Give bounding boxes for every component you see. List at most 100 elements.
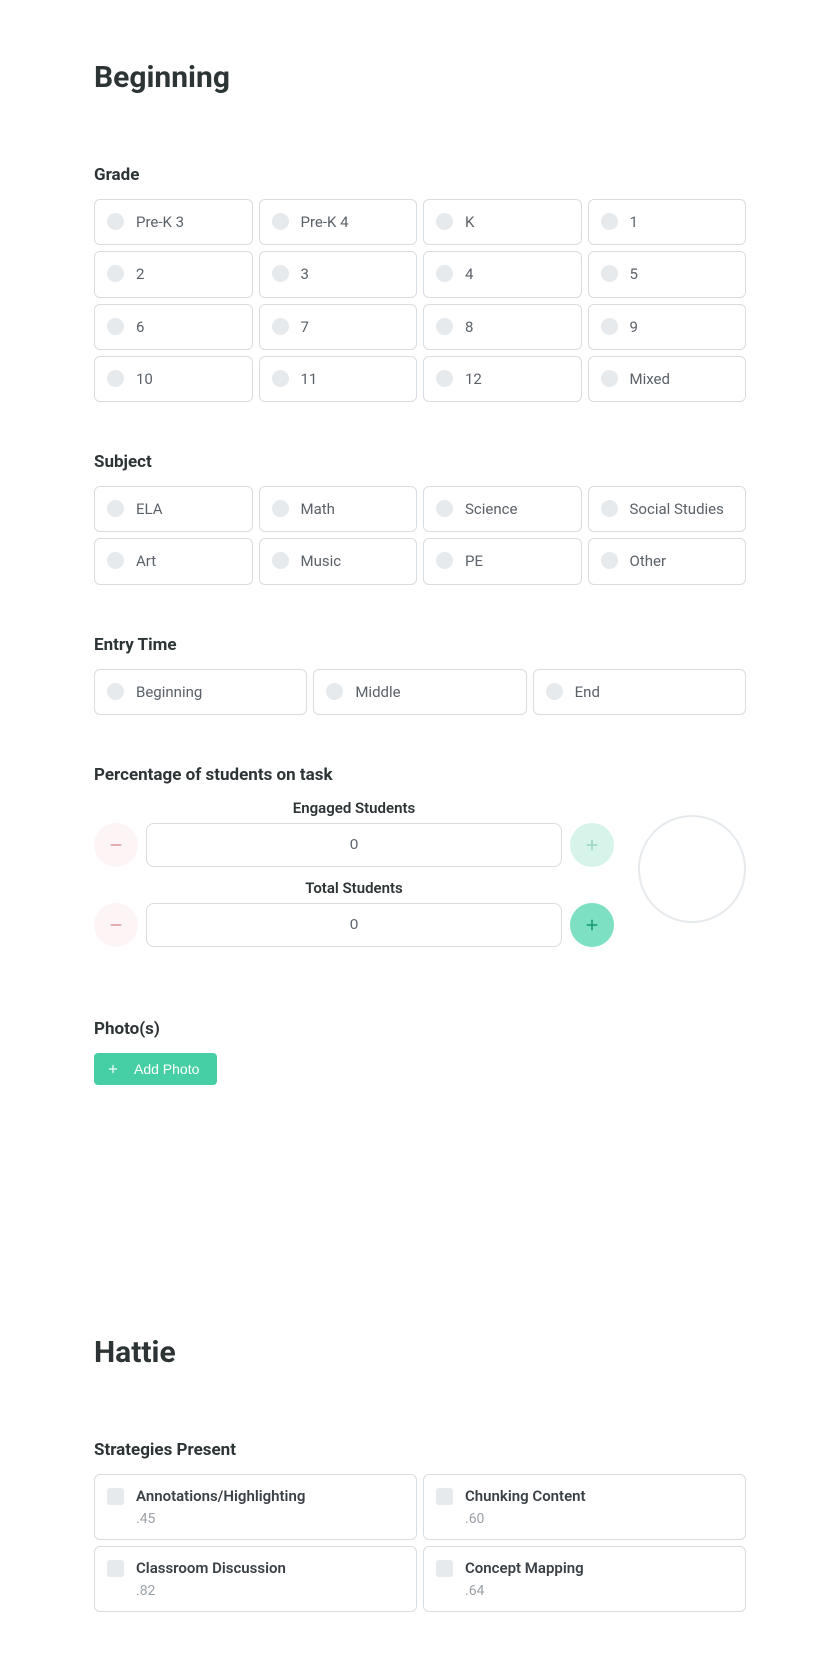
strategy-annotations[interactable]: Annotations/Highlighting .45 <box>94 1474 417 1540</box>
radio-icon <box>436 500 453 517</box>
grade-option-11[interactable]: 11 <box>259 356 418 402</box>
plus-icon <box>583 916 601 934</box>
radio-icon <box>326 683 343 700</box>
option-label: Pre-K 3 <box>136 212 184 232</box>
grade-option-prek4[interactable]: Pre-K 4 <box>259 199 418 245</box>
total-decrement-button[interactable] <box>94 903 138 947</box>
entry-time-option-middle[interactable]: Middle <box>313 669 526 715</box>
option-label: Other <box>630 551 667 571</box>
grade-option-10[interactable]: 10 <box>94 356 253 402</box>
radio-icon <box>272 552 289 569</box>
subject-option-pe[interactable]: PE <box>423 538 582 584</box>
option-label: 4 <box>465 264 473 284</box>
grade-option-prek3[interactable]: Pre-K 3 <box>94 199 253 245</box>
option-label: PE <box>465 551 483 571</box>
engaged-increment-button[interactable] <box>570 823 614 867</box>
total-label: Total Students <box>94 879 614 897</box>
minus-icon <box>107 836 125 854</box>
radio-icon <box>436 552 453 569</box>
strategy-chunking[interactable]: Chunking Content .60 <box>423 1474 746 1540</box>
checkbox-icon <box>107 1560 124 1577</box>
percentage-label: Percentage of students on task <box>94 765 746 785</box>
strategy-classroom-discussion[interactable]: Classroom Discussion .82 <box>94 1546 417 1612</box>
option-label: Music <box>301 551 342 571</box>
radio-icon <box>601 318 618 335</box>
grade-option-12[interactable]: 12 <box>423 356 582 402</box>
subject-options: ELA Math Science Social Studies Art Musi… <box>94 486 746 585</box>
grade-option-4[interactable]: 4 <box>423 251 582 297</box>
strategy-value: .64 <box>465 1583 584 1599</box>
option-label: 11 <box>301 369 318 389</box>
strategy-name: Chunking Content <box>465 1487 586 1505</box>
option-label: Math <box>301 499 335 519</box>
checkbox-icon <box>436 1560 453 1577</box>
radio-icon <box>272 265 289 282</box>
minus-icon <box>107 916 125 934</box>
add-photo-label: Add Photo <box>134 1061 199 1077</box>
option-label: 5 <box>630 264 638 284</box>
grade-option-6[interactable]: 6 <box>94 304 253 350</box>
option-label: Middle <box>355 682 400 702</box>
radio-icon <box>436 370 453 387</box>
grade-option-8[interactable]: 8 <box>423 304 582 350</box>
radio-icon <box>436 318 453 335</box>
strategy-value: .45 <box>136 1511 305 1527</box>
radio-icon <box>601 500 618 517</box>
grade-option-3[interactable]: 3 <box>259 251 418 297</box>
radio-icon <box>546 683 563 700</box>
option-label: 7 <box>301 317 309 337</box>
photos-label: Photo(s) <box>94 1019 746 1039</box>
radio-icon <box>436 265 453 282</box>
subject-option-science[interactable]: Science <box>423 486 582 532</box>
subject-option-ela[interactable]: ELA <box>94 486 253 532</box>
radio-icon <box>601 213 618 230</box>
strategies-label: Strategies Present <box>94 1440 746 1460</box>
grade-option-k[interactable]: K <box>423 199 582 245</box>
option-label: 8 <box>465 317 473 337</box>
radio-icon <box>436 213 453 230</box>
option-label: 3 <box>301 264 309 284</box>
subject-option-art[interactable]: Art <box>94 538 253 584</box>
strategy-concept-mapping[interactable]: Concept Mapping .64 <box>423 1546 746 1612</box>
radio-icon <box>107 318 124 335</box>
radio-icon <box>601 265 618 282</box>
radio-icon <box>107 500 124 517</box>
grade-option-9[interactable]: 9 <box>588 304 747 350</box>
option-label: 9 <box>630 317 638 337</box>
entry-time-options: Beginning Middle End <box>94 669 746 715</box>
radio-icon <box>272 500 289 517</box>
subject-option-other[interactable]: Other <box>588 538 747 584</box>
engaged-label: Engaged Students <box>94 799 614 817</box>
engaged-input[interactable] <box>146 823 562 867</box>
radio-icon <box>107 552 124 569</box>
grade-option-7[interactable]: 7 <box>259 304 418 350</box>
radio-icon <box>272 213 289 230</box>
grade-option-mixed[interactable]: Mixed <box>588 356 747 402</box>
total-increment-button[interactable] <box>570 903 614 947</box>
engaged-decrement-button[interactable] <box>94 823 138 867</box>
entry-time-option-beginning[interactable]: Beginning <box>94 669 307 715</box>
subject-option-math[interactable]: Math <box>259 486 418 532</box>
entry-time-option-end[interactable]: End <box>533 669 746 715</box>
radio-icon <box>272 370 289 387</box>
grade-option-5[interactable]: 5 <box>588 251 747 297</box>
option-label: 12 <box>465 369 482 389</box>
grade-option-2[interactable]: 2 <box>94 251 253 297</box>
total-input[interactable] <box>146 903 562 947</box>
radio-icon <box>107 213 124 230</box>
radio-icon <box>107 370 124 387</box>
option-label: K <box>465 212 474 232</box>
radio-icon <box>601 370 618 387</box>
grade-label: Grade <box>94 165 746 185</box>
plus-icon <box>583 836 601 854</box>
grade-option-1[interactable]: 1 <box>588 199 747 245</box>
add-photo-button[interactable]: Add Photo <box>94 1053 217 1085</box>
subject-option-music[interactable]: Music <box>259 538 418 584</box>
percentage-chart <box>638 815 746 923</box>
option-label: Art <box>136 551 156 571</box>
engaged-stepper: Engaged Students <box>94 799 614 867</box>
checkbox-icon <box>436 1488 453 1505</box>
grade-options: Pre-K 3 Pre-K 4 K 1 2 3 4 5 6 7 8 9 10 1… <box>94 199 746 402</box>
subject-option-social-studies[interactable]: Social Studies <box>588 486 747 532</box>
option-label: 1 <box>630 212 638 232</box>
